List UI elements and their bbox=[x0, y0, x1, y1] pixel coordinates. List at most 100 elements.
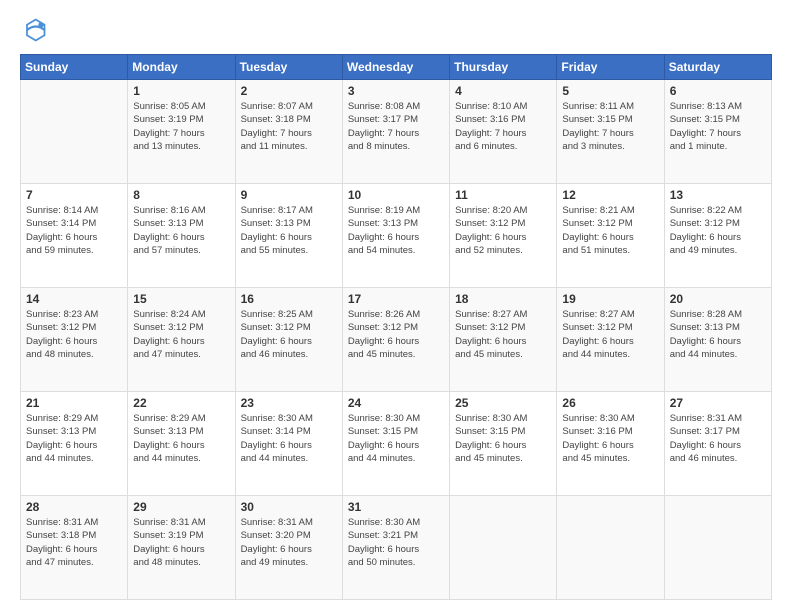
day-number: 14 bbox=[26, 292, 122, 306]
day-number: 17 bbox=[348, 292, 444, 306]
calendar-cell: 2 Sunrise: 8:07 AMSunset: 3:18 PMDaylight… bbox=[235, 80, 342, 184]
week-row-1: 1Sunrise: 8:05 AMSunset: 3:19 PMDaylight… bbox=[21, 80, 772, 184]
day-number: 13 bbox=[670, 188, 766, 202]
day-number: 4 bbox=[455, 84, 551, 98]
day-number: 16 bbox=[241, 292, 337, 306]
day-number: 15 bbox=[133, 292, 229, 306]
calendar-cell: 15 Sunrise: 8:24 AMSunset: 3:12 PMDayligh… bbox=[128, 288, 235, 392]
calendar-header-row: SundayMondayTuesdayWednesdayThursdayFrid… bbox=[21, 55, 772, 80]
col-header-tuesday: Tuesday bbox=[235, 55, 342, 80]
day-info: Sunrise: 8:11 AMSunset: 3:15 PMDaylight:… bbox=[562, 100, 658, 153]
calendar-cell bbox=[21, 80, 128, 184]
calendar-cell: 29 Sunrise: 8:31 AMSunset: 3:19 PMDayligh… bbox=[128, 496, 235, 600]
col-header-monday: Monday bbox=[128, 55, 235, 80]
logo-icon bbox=[20, 16, 48, 44]
calendar-cell: 22 Sunrise: 8:29 AMSunset: 3:13 PMDayligh… bbox=[128, 392, 235, 496]
day-info: Sunrise: 8:13 AMSunset: 3:15 PMDaylight:… bbox=[670, 100, 766, 153]
calendar-cell: 23Sunrise: 8:30 AMSunset: 3:14 PMDayligh… bbox=[235, 392, 342, 496]
day-info: Sunrise: 8:16 AMSunset: 3:13 PMDaylight:… bbox=[133, 204, 229, 257]
day-info: Sunrise: 8:27 AMSunset: 3:12 PMDaylight:… bbox=[562, 308, 658, 361]
day-info: Sunrise: 8:10 AMSunset: 3:16 PMDaylight:… bbox=[455, 100, 551, 153]
day-number: 28 bbox=[26, 500, 122, 514]
calendar-cell: 8 Sunrise: 8:16 AMSunset: 3:13 PMDaylight… bbox=[128, 184, 235, 288]
day-info: Sunrise: 8:31 AMSunset: 3:19 PMDaylight:… bbox=[133, 516, 229, 569]
day-number: 31 bbox=[348, 500, 444, 514]
day-info: Sunrise: 8:26 AMSunset: 3:12 PMDaylight:… bbox=[348, 308, 444, 361]
day-number: 30 bbox=[241, 500, 337, 514]
day-info: Sunrise: 8:25 AMSunset: 3:12 PMDaylight:… bbox=[241, 308, 337, 361]
calendar-cell: 6 Sunrise: 8:13 AMSunset: 3:15 PMDaylight… bbox=[664, 80, 771, 184]
day-number: 23 bbox=[241, 396, 337, 410]
calendar-cell bbox=[664, 496, 771, 600]
day-number: 12 bbox=[562, 188, 658, 202]
calendar-cell: 9 Sunrise: 8:17 AMSunset: 3:13 PMDaylight… bbox=[235, 184, 342, 288]
calendar-cell: 18 Sunrise: 8:27 AMSunset: 3:12 PMDayligh… bbox=[450, 288, 557, 392]
day-info: Sunrise: 8:31 AMSunset: 3:20 PMDaylight:… bbox=[241, 516, 337, 569]
day-number: 20 bbox=[670, 292, 766, 306]
week-row-4: 21 Sunrise: 8:29 AMSunset: 3:13 PMDayligh… bbox=[21, 392, 772, 496]
day-number: 21 bbox=[26, 396, 122, 410]
day-number: 26 bbox=[562, 396, 658, 410]
calendar-cell bbox=[557, 496, 664, 600]
calendar-cell bbox=[450, 496, 557, 600]
week-row-3: 14Sunrise: 8:23 AMSunset: 3:12 PMDayligh… bbox=[21, 288, 772, 392]
day-number: 8 bbox=[133, 188, 229, 202]
calendar-cell: 7 Sunrise: 8:14 AMSunset: 3:14 PMDaylight… bbox=[21, 184, 128, 288]
day-number: 19 bbox=[562, 292, 658, 306]
day-number: 7 bbox=[26, 188, 122, 202]
calendar-cell: 4 Sunrise: 8:10 AMSunset: 3:16 PMDaylight… bbox=[450, 80, 557, 184]
calendar-cell: 25Sunrise: 8:30 AMSunset: 3:15 PMDayligh… bbox=[450, 392, 557, 496]
calendar-cell: 30 Sunrise: 8:31 AMSunset: 3:20 PMDayligh… bbox=[235, 496, 342, 600]
day-number: 6 bbox=[670, 84, 766, 98]
logo bbox=[20, 16, 52, 44]
calendar-cell: 26 Sunrise: 8:30 AMSunset: 3:16 PMDayligh… bbox=[557, 392, 664, 496]
col-header-thursday: Thursday bbox=[450, 55, 557, 80]
calendar-cell: 28 Sunrise: 8:31 AMSunset: 3:18 PMDayligh… bbox=[21, 496, 128, 600]
day-number: 2 bbox=[241, 84, 337, 98]
calendar-cell: 12 Sunrise: 8:21 AMSunset: 3:12 PMDayligh… bbox=[557, 184, 664, 288]
day-info: Sunrise: 8:22 AMSunset: 3:12 PMDaylight:… bbox=[670, 204, 766, 257]
day-number: 1 bbox=[133, 84, 229, 98]
calendar-cell: 21 Sunrise: 8:29 AMSunset: 3:13 PMDayligh… bbox=[21, 392, 128, 496]
week-row-5: 28 Sunrise: 8:31 AMSunset: 3:18 PMDayligh… bbox=[21, 496, 772, 600]
day-info: Sunrise: 8:30 AMSunset: 3:15 PMDaylight:… bbox=[455, 412, 551, 465]
day-number: 3 bbox=[348, 84, 444, 98]
calendar-cell: 17 Sunrise: 8:26 AMSunset: 3:12 PMDayligh… bbox=[342, 288, 449, 392]
day-number: 27 bbox=[670, 396, 766, 410]
week-row-2: 7 Sunrise: 8:14 AMSunset: 3:14 PMDaylight… bbox=[21, 184, 772, 288]
day-number: 5 bbox=[562, 84, 658, 98]
day-info: Sunrise: 8:29 AMSunset: 3:13 PMDaylight:… bbox=[26, 412, 122, 465]
day-number: 18 bbox=[455, 292, 551, 306]
calendar-cell: 16 Sunrise: 8:25 AMSunset: 3:12 PMDayligh… bbox=[235, 288, 342, 392]
calendar-cell: 1Sunrise: 8:05 AMSunset: 3:19 PMDaylight… bbox=[128, 80, 235, 184]
calendar-cell: 10Sunrise: 8:19 AMSunset: 3:13 PMDayligh… bbox=[342, 184, 449, 288]
page: SundayMondayTuesdayWednesdayThursdayFrid… bbox=[0, 0, 792, 612]
day-number: 11 bbox=[455, 188, 551, 202]
day-info: Sunrise: 8:14 AMSunset: 3:14 PMDaylight:… bbox=[26, 204, 122, 257]
day-info: Sunrise: 8:24 AMSunset: 3:12 PMDaylight:… bbox=[133, 308, 229, 361]
col-header-wednesday: Wednesday bbox=[342, 55, 449, 80]
day-info: Sunrise: 8:30 AMSunset: 3:15 PMDaylight:… bbox=[348, 412, 444, 465]
header bbox=[20, 16, 772, 44]
day-number: 22 bbox=[133, 396, 229, 410]
calendar-cell: 11 Sunrise: 8:20 AMSunset: 3:12 PMDayligh… bbox=[450, 184, 557, 288]
calendar-cell: 5 Sunrise: 8:11 AMSunset: 3:15 PMDaylight… bbox=[557, 80, 664, 184]
day-number: 9 bbox=[241, 188, 337, 202]
day-info: Sunrise: 8:31 AMSunset: 3:18 PMDaylight:… bbox=[26, 516, 122, 569]
calendar-cell: 20Sunrise: 8:28 AMSunset: 3:13 PMDayligh… bbox=[664, 288, 771, 392]
day-info: Sunrise: 8:17 AMSunset: 3:13 PMDaylight:… bbox=[241, 204, 337, 257]
calendar-table: SundayMondayTuesdayWednesdayThursdayFrid… bbox=[20, 54, 772, 600]
day-info: Sunrise: 8:21 AMSunset: 3:12 PMDaylight:… bbox=[562, 204, 658, 257]
day-number: 29 bbox=[133, 500, 229, 514]
day-info: Sunrise: 8:07 AMSunset: 3:18 PMDaylight:… bbox=[241, 100, 337, 153]
day-info: Sunrise: 8:27 AMSunset: 3:12 PMDaylight:… bbox=[455, 308, 551, 361]
calendar-cell: 13 Sunrise: 8:22 AMSunset: 3:12 PMDayligh… bbox=[664, 184, 771, 288]
day-info: Sunrise: 8:29 AMSunset: 3:13 PMDaylight:… bbox=[133, 412, 229, 465]
calendar-cell: 14Sunrise: 8:23 AMSunset: 3:12 PMDayligh… bbox=[21, 288, 128, 392]
day-info: Sunrise: 8:20 AMSunset: 3:12 PMDaylight:… bbox=[455, 204, 551, 257]
day-info: Sunrise: 8:30 AMSunset: 3:16 PMDaylight:… bbox=[562, 412, 658, 465]
calendar-cell: 3Sunrise: 8:08 AMSunset: 3:17 PMDaylight… bbox=[342, 80, 449, 184]
day-number: 10 bbox=[348, 188, 444, 202]
calendar-cell: 24Sunrise: 8:30 AMSunset: 3:15 PMDayligh… bbox=[342, 392, 449, 496]
col-header-friday: Friday bbox=[557, 55, 664, 80]
